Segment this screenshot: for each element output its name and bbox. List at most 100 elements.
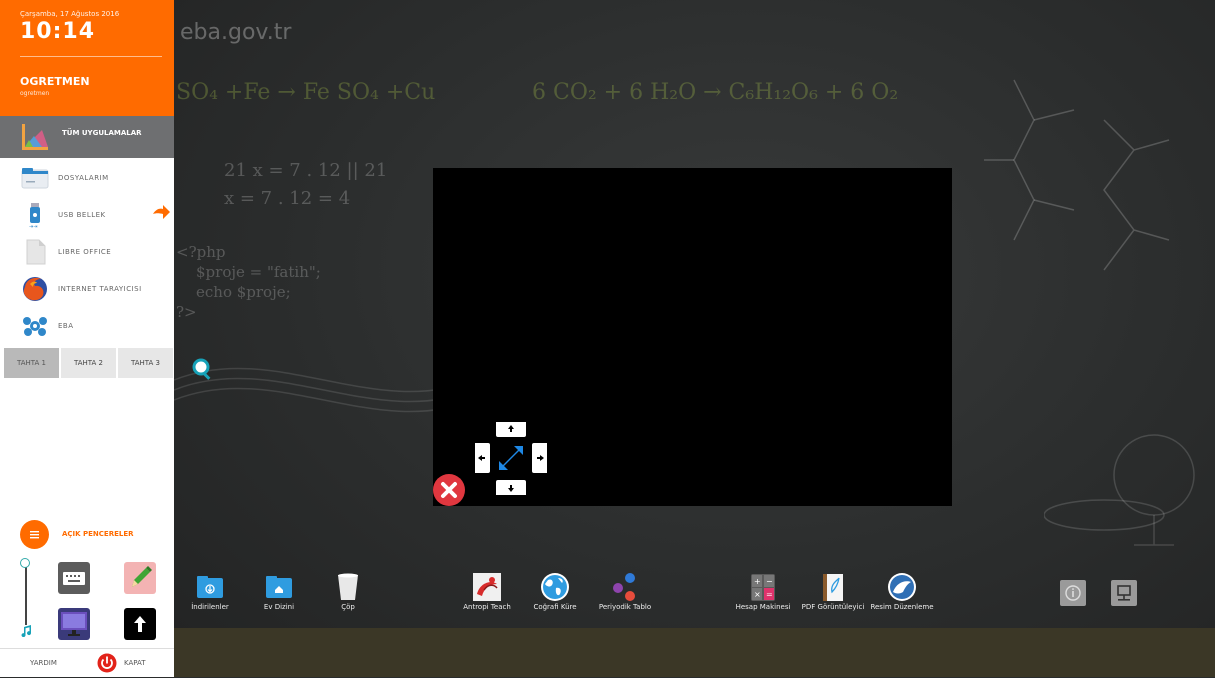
maximize-button[interactable] <box>496 443 526 473</box>
tab-board-2[interactable]: TAHTA 2 <box>61 348 116 378</box>
eba-icon <box>23 317 47 336</box>
tab-board-1[interactable]: TAHTA 1 <box>4 348 59 378</box>
dock-item-label: İndirilenler <box>191 603 229 611</box>
board-tabs: TAHTA 1 TAHTA 2 TAHTA 3 <box>4 348 174 378</box>
clock-time: 10:14 <box>20 19 96 44</box>
dock-item-downloads[interactable]: İndirilenler <box>174 572 246 611</box>
background-equation-2: 6 CO₂ + 6 H₂O → C₆H₁₂O₆ + 6 O₂ <box>532 80 899 105</box>
all-apps-button[interactable]: TÜM UYGULAMALAR <box>0 116 174 158</box>
sidebar-item-libreoffice[interactable]: LIBRE OFFICE <box>0 234 174 271</box>
globe-icon <box>541 573 569 601</box>
sidebar-item-label: DOSYALARIM <box>58 174 109 182</box>
snap-left-button[interactable] <box>470 443 490 473</box>
pdf-viewer-icon <box>823 574 843 601</box>
sidebar-footer: YARDIM KAPAT <box>0 648 174 678</box>
expand-icon <box>499 446 523 470</box>
close-icon <box>441 482 457 498</box>
trash-icon <box>338 573 358 600</box>
chalk-tray <box>174 628 1215 677</box>
dock-item-home[interactable]: Ev Dizini <box>243 572 315 611</box>
shutdown-button[interactable]: KAPAT <box>124 659 146 667</box>
upload-button[interactable] <box>124 608 156 640</box>
image-editor-icon <box>888 573 916 601</box>
periodic-table-icon <box>613 573 635 601</box>
snap-right-button[interactable] <box>532 443 552 473</box>
arrow-right-icon <box>537 443 552 473</box>
desktop: eba.gov.tr SO₄ +Fe → Fe SO₄ +Cu 6 CO₂ + … <box>174 0 1215 677</box>
dock-item-periodic-table[interactable]: Periyodik Tablo <box>589 572 661 611</box>
home-folder-icon <box>266 576 292 598</box>
dock-item-label: Coğrafi Küre <box>533 603 577 611</box>
sidebar-item-label: INTERNET TARAYICISI <box>58 285 142 293</box>
monitor-icon <box>61 612 87 636</box>
arrow-up-icon <box>496 417 526 432</box>
help-button[interactable]: YARDIM <box>30 659 57 667</box>
pencil-icon <box>132 566 152 587</box>
menu-icon <box>30 531 39 539</box>
screen-button[interactable] <box>58 608 90 640</box>
volume-slider-handle[interactable] <box>20 558 30 568</box>
firefox-icon <box>23 277 47 301</box>
svg-text:⇥⇥: ⇥⇥ <box>29 224 37 229</box>
folder-icon <box>21 168 49 189</box>
dock-item-globe[interactable]: Coğrafi Küre <box>519 572 591 611</box>
media-window[interactable] <box>433 168 952 506</box>
volume-slider[interactable] <box>25 560 27 625</box>
svg-text:=: = <box>766 590 773 599</box>
sidebar-item-label: EBA <box>58 322 74 330</box>
close-window-button[interactable] <box>433 474 465 506</box>
power-icon[interactable] <box>97 653 117 673</box>
background-code-3: echo $proje; <box>196 283 291 301</box>
all-apps-icon <box>22 124 48 150</box>
arrow-right-icon[interactable] <box>152 205 170 221</box>
info-icon <box>1065 585 1081 601</box>
divider <box>20 56 162 57</box>
open-windows-button[interactable] <box>20 520 49 549</box>
dock-item-label: Hesap Makinesi <box>735 603 791 611</box>
calculator-icon: + − × = <box>751 574 775 601</box>
dock-item-label: Çöp <box>341 603 355 611</box>
antropi-teach-icon <box>473 573 501 601</box>
background-url-text: eba.gov.tr <box>180 20 292 45</box>
dock-item-pdf-viewer[interactable]: PDF Görüntüleyici <box>797 572 869 611</box>
info-button[interactable] <box>1060 580 1086 606</box>
sidebar-item-usb[interactable]: ⇥⇥ USB BELLEK <box>0 197 174 234</box>
sidebar-item-eba[interactable]: EBA <box>0 308 174 345</box>
sidebar-item-label: USB BELLEK <box>58 211 106 219</box>
background-equation-1: SO₄ +Fe → Fe SO₄ +Cu <box>176 80 436 105</box>
document-icon <box>26 239 46 265</box>
network-icon <box>1117 585 1131 601</box>
usb-icon: ⇥⇥ <box>29 203 40 229</box>
sidebar-item-label: LIBRE OFFICE <box>58 248 112 256</box>
user-name: OGRETMEN <box>20 75 90 88</box>
dock-item-antropi-teach[interactable]: Antropi Teach <box>451 572 523 611</box>
background-code-1: <?php <box>176 243 226 261</box>
dock-item-label: Resim Düzenleme <box>870 603 934 611</box>
snap-bottom-button[interactable] <box>496 480 526 500</box>
arrow-down-icon <box>496 485 526 500</box>
magnifier-icon[interactable] <box>192 358 214 380</box>
arrow-up-icon <box>134 616 146 632</box>
open-windows-label[interactable]: AÇIK PENCERELER <box>62 530 134 538</box>
sidebar-item-browser[interactable]: INTERNET TARAYICISI <box>0 271 174 308</box>
keyboard-button[interactable] <box>58 562 90 594</box>
dock-item-label: Antropi Teach <box>463 603 511 611</box>
globe-drawing <box>1044 434 1195 546</box>
pen-tool-button[interactable] <box>124 562 156 594</box>
background-code-4: ?> <box>176 303 197 321</box>
snap-top-button[interactable] <box>496 417 526 437</box>
arrow-left-icon <box>470 443 485 473</box>
sidebar-item-files[interactable]: DOSYALARIM <box>0 160 174 197</box>
background-math-2: x = 7 . 12 = 4 <box>224 188 351 209</box>
sidebar: Çarşamba, 17 Ağustos 2016 10:14 OGRETMEN… <box>0 0 174 677</box>
dock-item-label: Periyodik Tablo <box>598 603 652 611</box>
dock-item-trash[interactable]: Çöp <box>312 572 384 611</box>
tab-board-3[interactable]: TAHTA 3 <box>118 348 173 378</box>
molecule-drawing <box>984 79 1170 271</box>
dock-item-label: Ev Dizini <box>263 603 295 611</box>
keyboard-icon <box>63 572 85 585</box>
dock-item-image-editor[interactable]: Resim Düzenleme <box>866 572 938 611</box>
network-button[interactable] <box>1111 580 1137 606</box>
dock-item-calculator[interactable]: + − × = Hesap Makinesi <box>727 572 799 611</box>
date-label: Çarşamba, 17 Ağustos 2016 <box>20 10 120 18</box>
